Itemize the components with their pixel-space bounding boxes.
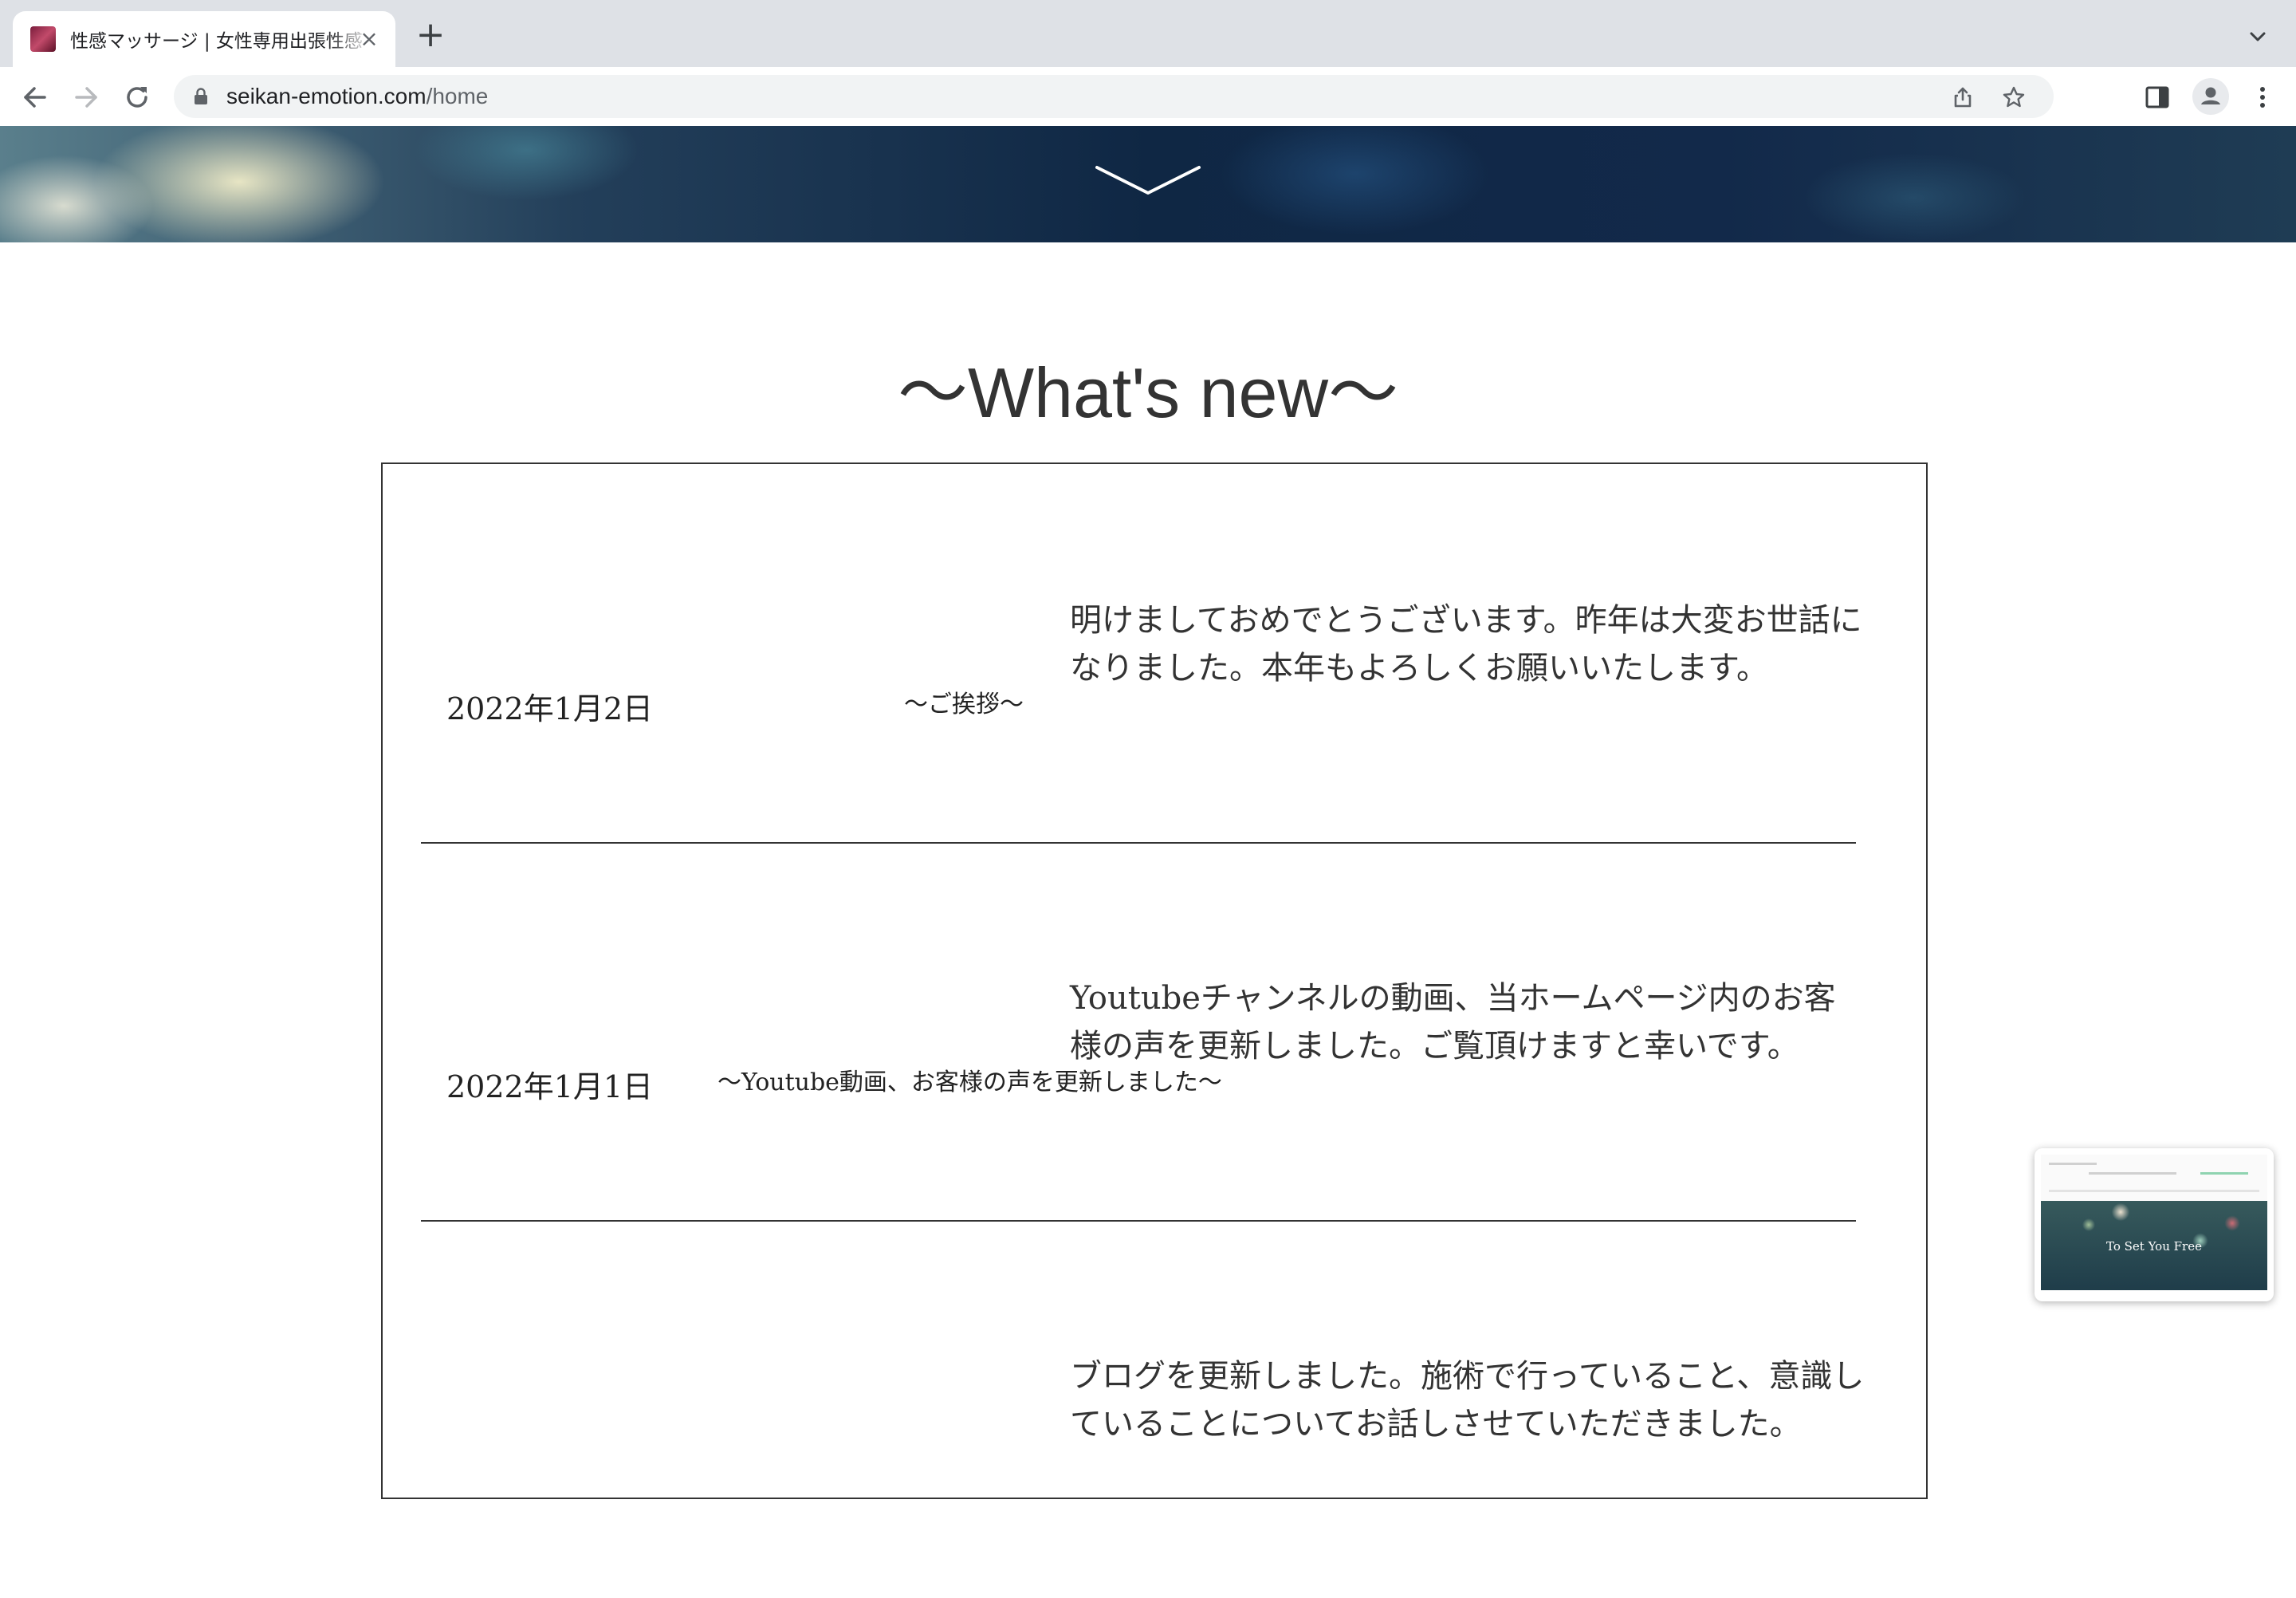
tab-preview-thumbnail[interactable]: To Set You Free <box>2035 1148 2274 1301</box>
url-text[interactable]: seikan-emotion.com/home <box>226 83 488 110</box>
reload-icon[interactable] <box>121 81 153 113</box>
chevron-down-icon[interactable] <box>1094 163 1202 198</box>
profile-icon <box>2197 83 2224 110</box>
url-host: seikan-emotion.com <box>226 84 427 108</box>
tab-close-button[interactable]: × <box>357 27 381 51</box>
preview-header <box>2041 1155 2267 1201</box>
news-item: 2022年1月2日 〜ご挨拶〜 明けましておめでとうございます。昨年は大変お世話… <box>421 464 1862 844</box>
news-date: 2022年1月1日 <box>446 1069 654 1104</box>
browser-tab[interactable]: 性感マッサージ | 女性専用出張性感 × <box>13 11 395 67</box>
news-body: Youtubeチャンネルの動画、当ホームページ内のお客様の声を更新しました。ご覧… <box>1070 980 1836 1065</box>
share-icon[interactable] <box>1950 85 1976 110</box>
arrow-right-icon[interactable] <box>70 81 102 113</box>
site-favicon-icon <box>30 26 56 52</box>
news-list: 2022年1月2日 〜ご挨拶〜 明けましておめでとうございます。昨年は大変お世話… <box>381 462 1928 1499</box>
tab-title: 性感マッサージ | 女性専用出張性感 <box>70 31 363 52</box>
star-icon[interactable] <box>2001 85 2027 110</box>
profile-button[interactable] <box>2192 78 2229 115</box>
news-item: 2022年1月1日 〜Youtube動画、お客様の声を更新しました〜 Youtu… <box>421 842 1856 1222</box>
tab-strip: 性感マッサージ | 女性専用出張性感 × + <box>0 0 2296 67</box>
arrow-left-icon[interactable] <box>19 81 51 113</box>
hero-banner <box>0 126 2296 242</box>
section-title: 〜What's new〜 <box>897 353 1399 432</box>
new-tab-button[interactable]: + <box>415 18 446 53</box>
side-panel-icon[interactable] <box>2143 83 2172 112</box>
news-heading: 〜ご挨拶〜 <box>904 691 1024 718</box>
news-item: ブログを更新しました。施術で行っていること、意識していることについてお話しさせて… <box>421 1220 1864 1598</box>
tab-search-chevron-icon[interactable] <box>2243 22 2272 51</box>
url-path: /home <box>426 84 489 108</box>
browser-toolbar: seikan-emotion.com/home <box>0 67 2296 127</box>
news-body: 明けましておめでとうございます。昨年は大変お世話になりました。本年もよろしくお願… <box>1070 602 1862 687</box>
preview-image: To Set You Free <box>2041 1201 2267 1290</box>
more-vert-icon[interactable] <box>2248 83 2277 112</box>
news-date: 2022年1月2日 <box>446 691 654 726</box>
lock-icon[interactable] <box>193 88 209 105</box>
address-bar[interactable]: seikan-emotion.com/home <box>174 75 2054 118</box>
preview-caption: To Set You Free <box>2106 1239 2202 1254</box>
news-body: ブログを更新しました。施術で行っていること、意識していることについてお話しさせて… <box>1070 1358 1865 1443</box>
